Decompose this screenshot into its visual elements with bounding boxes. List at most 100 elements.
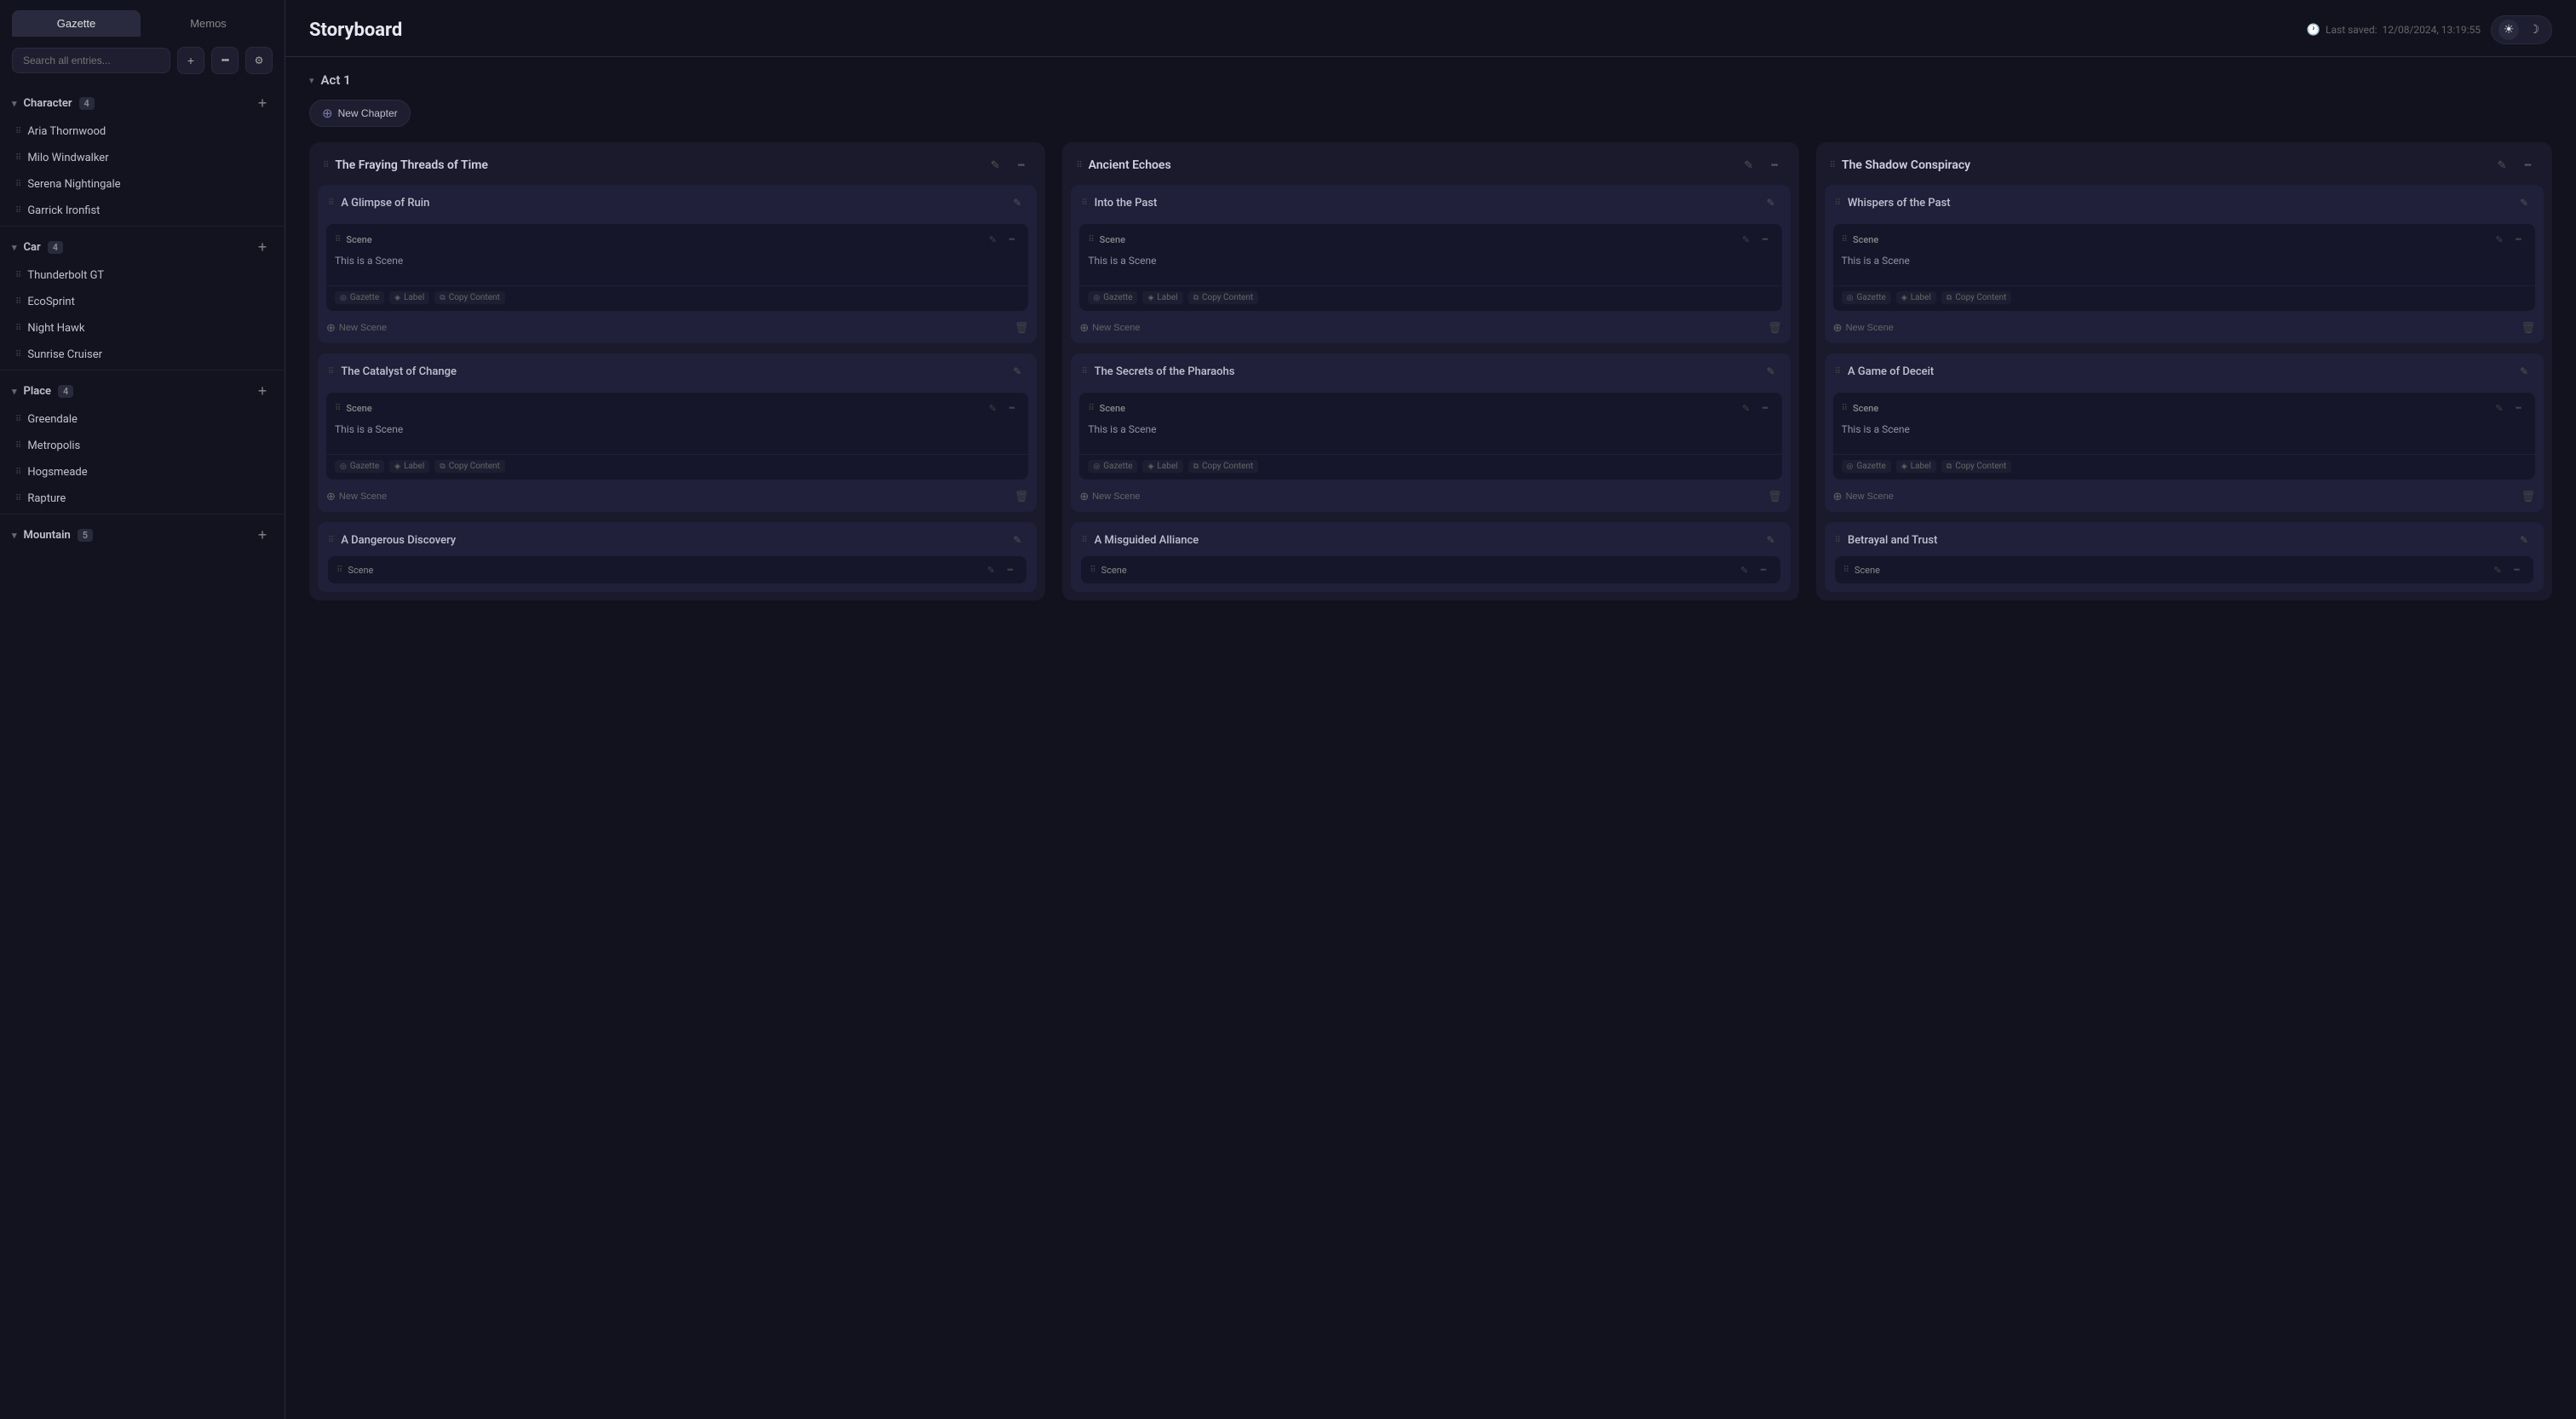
new-scene-button-catalyst[interactable]: ⊕ New Scene [326,490,387,503]
sidebar-item-milo[interactable]: ⠿ Milo Windwalker [12,145,273,171]
filter-button[interactable]: ⚙ [245,47,273,74]
add-place-button[interactable]: + [252,381,273,401]
scene-more-discovery[interactable]: ••• [1001,561,1018,578]
sidebar-item-rapture[interactable]: ⠿ Rapture [12,485,273,512]
chapter-edit-discovery[interactable]: ✎ [1008,531,1026,549]
scene-more-button-8[interactable]: ••• [2510,399,2527,417]
sidebar-item-garrick[interactable]: ⠿ Garrick Ironfist [12,198,273,224]
act-chevron-icon[interactable]: ▾ [309,75,314,86]
scene-edit-button-7[interactable]: ✎ [2491,231,2508,248]
scene-edit-discovery[interactable]: ✎ [982,561,999,578]
scene-edit-betrayal[interactable]: ✎ [2489,561,2506,578]
light-theme-icon[interactable]: ☀ [2498,20,2519,40]
scene-edit-button-4[interactable]: ✎ [1738,231,1755,248]
add-entry-button[interactable]: + [177,47,204,74]
label-tag-8[interactable]: ◈ Label [1896,460,1936,473]
new-scene-button-into-past[interactable]: ⊕ New Scene [1079,321,1140,335]
chapter-edit-pharaohs[interactable]: ✎ [1762,362,1780,381]
label-tag-7[interactable]: ◈ Label [1896,291,1936,304]
chapter-edit-betrayal[interactable]: ✎ [2515,531,2533,549]
column-more-button-2[interactable]: ••• [1763,154,1785,176]
gazette-tag-1[interactable]: ◎ Gazette [335,291,384,304]
chapter-edit-deceit[interactable]: ✎ [2515,362,2533,381]
act-title[interactable]: Act 1 [321,72,351,88]
chapter-misguided-alliance: ⠿ A Misguided Alliance ✎ ⠿ Scene [1071,522,1790,592]
dark-theme-icon[interactable]: ☽ [2524,20,2544,40]
column-more-button-1[interactable]: ••• [1009,154,1032,176]
sidebar-item-thunderbolt[interactable]: ⠿ Thunderbolt GT [12,262,273,289]
scene-more-button-5[interactable]: ••• [1757,399,1774,417]
column-edit-button-3[interactable]: ✎ [2491,154,2513,176]
label-tag-2[interactable]: ◈ Label [389,460,429,473]
chapter-edit-alliance[interactable]: ✎ [1762,531,1780,549]
sidebar-section-place: ▾ Place 4 + ⠿ Greendale ⠿ Metropolis ⠿ H… [0,372,285,512]
more-options-button[interactable]: ••• [211,47,239,74]
scene-more-betrayal[interactable]: ••• [2508,561,2525,578]
sidebar-item-metropolis[interactable]: ⠿ Metropolis [12,433,273,459]
section-header-car[interactable]: ▾ Car 4 + [12,228,273,262]
section-header-mountain[interactable]: ▾ Mountain 5 + [12,516,273,550]
delete-chapter-glimpse[interactable]: 🗑 [1015,321,1029,335]
add-car-button[interactable]: + [252,237,273,257]
new-scene-button-whispers[interactable]: ⊕ New Scene [1833,321,1894,335]
search-input[interactable] [12,48,170,73]
scene-more-button-4[interactable]: ••• [1757,231,1774,248]
add-character-button[interactable]: + [252,93,273,113]
chapter-edit-button-glimpse[interactable]: ✎ [1008,193,1026,212]
sidebar-item-aria[interactable]: ⠿ Aria Thornwood [12,118,273,145]
gazette-tag-8[interactable]: ◎ Gazette [1842,460,1891,473]
chapter-edit-button-catalyst[interactable]: ✎ [1008,362,1026,381]
partial-scene-header-discovery: ⠿ Scene ✎ ••• [336,561,1018,578]
label-tag-5[interactable]: ◈ Label [1142,460,1182,473]
copy-tag-2[interactable]: ⧉ Copy Content [434,460,505,473]
copy-tag-4[interactable]: ⧉ Copy Content [1188,291,1259,304]
scene-more-alliance[interactable]: ••• [1755,561,1772,578]
tab-memos[interactable]: Memos [144,10,273,37]
sidebar-item-greendale[interactable]: ⠿ Greendale [12,406,273,433]
column-edit-button-2[interactable]: ✎ [1738,154,1760,176]
delete-chapter-pharaohs[interactable]: 🗑 [1768,490,1782,503]
gazette-tag-5[interactable]: ◎ Gazette [1088,460,1137,473]
scene-more-button-1[interactable]: ••• [1003,231,1020,248]
scene-more-button-2[interactable]: ••• [1003,399,1020,417]
gazette-tag-2[interactable]: ◎ Gazette [335,460,384,473]
delete-chapter-whispers[interactable]: 🗑 [2521,321,2535,335]
scene-edit-button-5[interactable]: ✎ [1738,399,1755,417]
delete-chapter-into-past[interactable]: 🗑 [1768,321,1782,335]
new-scene-button-glimpse[interactable]: ⊕ New Scene [326,321,387,335]
label-label-5: Label [1157,462,1177,471]
new-chapter-button[interactable]: ⊕ New Chapter [309,100,411,127]
new-scene-button-pharaohs[interactable]: ⊕ New Scene [1079,490,1140,503]
label-tag-4[interactable]: ◈ Label [1142,291,1182,304]
scene-edit-button-1[interactable]: ✎ [984,231,1001,248]
chapter-edit-whispers[interactable]: ✎ [2515,193,2533,212]
scene-edit-button-8[interactable]: ✎ [2491,399,2508,417]
scene-more-button-7[interactable]: ••• [2510,231,2527,248]
section-header-place[interactable]: ▾ Place 4 + [12,372,273,406]
copy-icon-4: ⧉ [1193,294,1199,302]
column-more-button-3[interactable]: ••• [2516,154,2539,176]
sidebar-item-serena[interactable]: ⠿ Serena Nightingale [12,171,273,198]
sidebar-item-hogsmeade[interactable]: ⠿ Hogsmeade [12,459,273,485]
column-edit-button-1[interactable]: ✎ [984,154,1006,176]
copy-tag-5[interactable]: ⧉ Copy Content [1188,460,1259,473]
delete-chapter-catalyst[interactable]: 🗑 [1015,490,1029,503]
sidebar-item-sunrise[interactable]: ⠿ Sunrise Cruiser [12,342,273,368]
chapter-edit-into-past[interactable]: ✎ [1762,193,1780,212]
sidebar-item-ecosprint[interactable]: ⠿ EcoSprint [12,289,273,315]
copy-tag-1[interactable]: ⧉ Copy Content [434,291,505,304]
sidebar-item-nighthawk[interactable]: ⠿ Night Hawk [12,315,273,342]
new-scene-button-deceit[interactable]: ⊕ New Scene [1833,490,1894,503]
copy-tag-7[interactable]: ⧉ Copy Content [1941,291,2012,304]
copy-tag-8[interactable]: ⧉ Copy Content [1941,460,2012,473]
gazette-tag-4[interactable]: ◎ Gazette [1088,291,1137,304]
tab-gazette[interactable]: Gazette [12,10,141,37]
section-header-character[interactable]: ▾ Character 4 + [12,84,273,118]
delete-chapter-deceit[interactable]: 🗑 [2521,490,2535,503]
theme-toggle[interactable]: ☀ ☽ [2491,15,2552,44]
gazette-tag-7[interactable]: ◎ Gazette [1842,291,1891,304]
scene-edit-alliance[interactable]: ✎ [1736,561,1753,578]
scene-edit-button-2[interactable]: ✎ [984,399,1001,417]
label-tag-1[interactable]: ◈ Label [389,291,429,304]
add-mountain-button[interactable]: + [252,525,273,545]
